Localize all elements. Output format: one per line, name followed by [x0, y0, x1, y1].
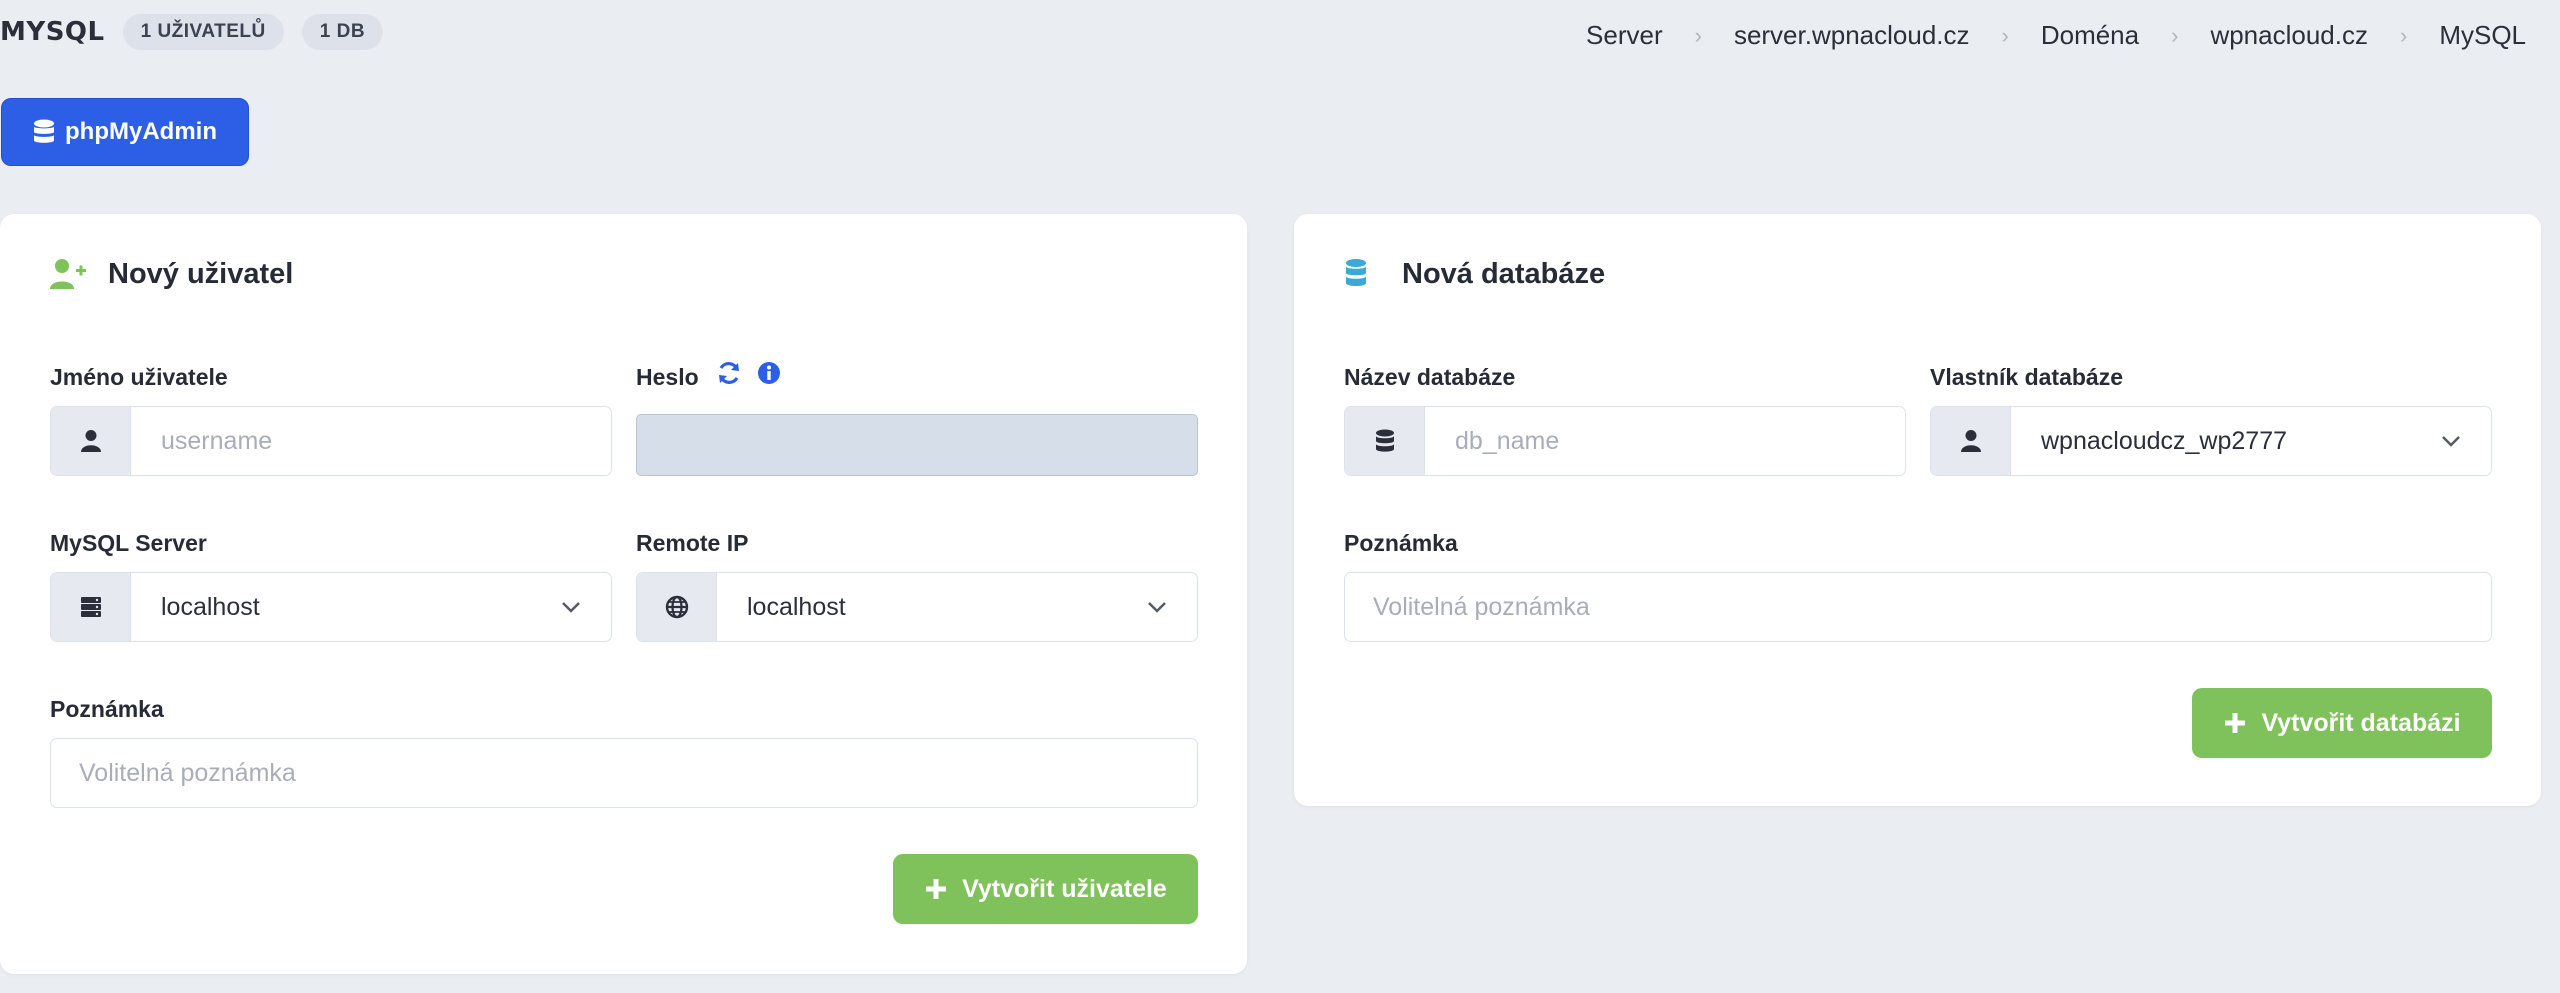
new-user-header: Nový uživatel: [50, 244, 293, 304]
db-name-label: Název databáze: [1344, 364, 1516, 390]
db-note-input[interactable]: Volitelná poznámka: [1344, 572, 2492, 642]
phpmyadmin-label: phpMyAdmin: [65, 118, 217, 145]
database-icon: [1345, 407, 1425, 475]
db-count-badge: 1 DB: [301, 14, 384, 50]
breadcrumb-server[interactable]: Server: [1586, 20, 1663, 51]
database-icon: [34, 119, 54, 143]
username-input-group: username: [50, 406, 612, 476]
new-user-card: Nový uživatel Jméno uživatele username H…: [0, 214, 1247, 974]
password-actions: [716, 360, 782, 386]
new-user-title: Nový uživatel: [108, 257, 294, 290]
remote-ip-select[interactable]: localhost: [636, 572, 1198, 642]
username-input[interactable]: username: [131, 407, 611, 475]
phpmyadmin-button[interactable]: phpMyAdmin: [1, 98, 249, 166]
database-icon: [1346, 259, 1366, 286]
password-field[interactable]: [636, 414, 1198, 476]
db-name-input-group: db_name: [1344, 406, 1906, 476]
password-label: Heslo: [636, 364, 699, 390]
username-label: Jméno uživatele: [50, 364, 228, 390]
mysql-server-select[interactable]: localhost: [50, 572, 612, 642]
create-database-button[interactable]: Vytvořit databázi: [2192, 688, 2492, 758]
breadcrumb-server-host[interactable]: server.wpnacloud.cz: [1734, 20, 1970, 51]
breadcrumb-mysql: MySQL: [2439, 20, 2526, 50]
server-icon: [51, 573, 131, 641]
create-user-button[interactable]: Vytvořit uživatele: [893, 854, 1198, 924]
page-header: MYSQL 1 UŽIVATELŮ 1 DB: [0, 12, 384, 52]
chevron-right-icon: ›: [2399, 22, 2408, 48]
chevron-right-icon: ›: [1694, 22, 1702, 48]
remote-ip-label: Remote IP: [636, 530, 749, 556]
user-icon: [1931, 407, 2011, 475]
db-owner-select[interactable]: wpnacloudcz_wp2777: [1930, 406, 2492, 476]
plus-icon: [926, 879, 947, 899]
db-name-input[interactable]: db_name: [1425, 407, 1905, 475]
create-database-label: Vytvořit databázi: [2261, 708, 2461, 737]
page-title: MYSQL: [0, 17, 105, 47]
mysql-server-value: localhost: [161, 592, 260, 621]
db-note-label: Poznámka: [1344, 530, 1458, 556]
chevron-right-icon: ›: [2171, 22, 2179, 48]
new-database-card: Nová databáze Název databáze db_name Vla…: [1294, 214, 2541, 806]
chevron-right-icon: ›: [2001, 22, 2009, 48]
users-count-badge: 1 UŽIVATELŮ: [122, 14, 284, 50]
info-icon[interactable]: [756, 360, 782, 386]
globe-icon: [637, 573, 717, 641]
user-note-label: Poznámka: [50, 696, 164, 722]
user-plus-icon: [50, 259, 86, 289]
db-owner-label: Vlastník databáze: [1930, 364, 2124, 390]
chevron-down-icon: [531, 573, 611, 641]
breadcrumb-domain-name[interactable]: wpnacloud.cz: [2210, 20, 2368, 51]
breadcrumb-domain[interactable]: Doména: [2041, 20, 2139, 51]
remote-ip-value: localhost: [747, 592, 846, 621]
chevron-down-icon: [1117, 573, 1197, 641]
new-database-title: Nová databáze: [1402, 257, 1606, 290]
refresh-icon[interactable]: [716, 360, 742, 386]
new-database-header: Nová databáze: [1344, 244, 1605, 304]
plus-icon: [2225, 713, 2246, 733]
user-note-input[interactable]: Volitelná poznámka: [50, 738, 1198, 808]
user-icon: [51, 407, 131, 475]
breadcrumb: Server › server.wpnacloud.cz › Doména › …: [1586, 20, 2526, 51]
mysql-server-label: MySQL Server: [50, 530, 207, 556]
db-owner-value: wpnacloudcz_wp2777: [2041, 426, 2288, 455]
chevron-down-icon: [2411, 407, 2491, 475]
create-user-label: Vytvořit uživatele: [962, 874, 1167, 903]
